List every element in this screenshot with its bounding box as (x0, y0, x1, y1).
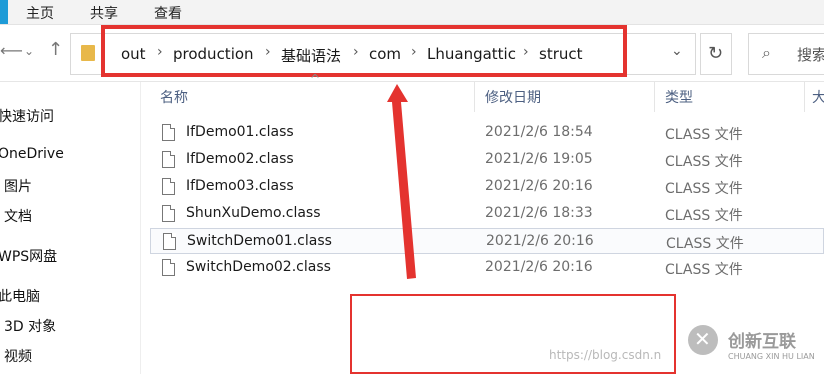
watermark-brand-cn: 创新互联 (728, 332, 796, 352)
watermark-logo: ✕ 创新互联 CHUANG XIN HU LIAN (684, 322, 824, 374)
logo-x-icon: ✕ (694, 327, 711, 351)
watermark-brand-en: CHUANG XIN HU LIAN (728, 352, 815, 361)
arrow-shape (387, 84, 416, 279)
watermark-url: https://blog.csdn.n (549, 348, 662, 362)
annotation-empty-box (350, 294, 676, 374)
